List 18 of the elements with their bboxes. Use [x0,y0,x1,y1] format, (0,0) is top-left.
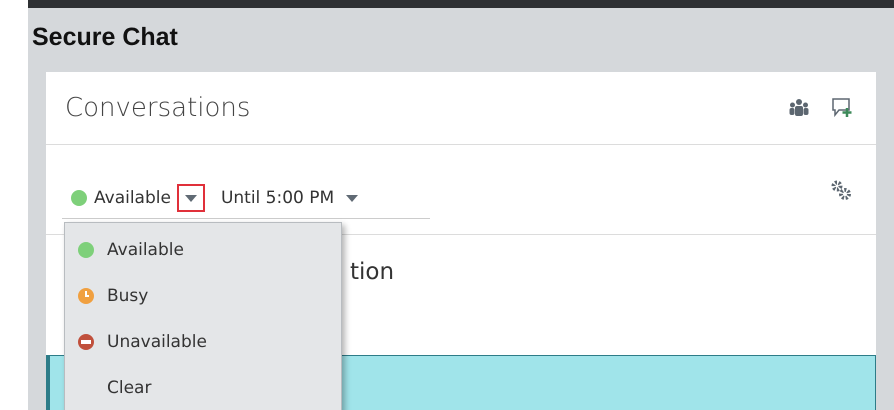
status-dot-icon [70,189,88,207]
menu-item[interactable]: Clear [65,365,341,410]
menu-item[interactable]: Busy [65,273,341,319]
menu-item[interactable]: Unavailable [65,319,341,365]
menu-item[interactable]: Available [65,227,341,273]
until-label[interactable]: Until 5:00 PM [220,188,334,208]
caret-icon [184,194,197,202]
status-dropdown-button[interactable] [176,184,205,212]
conversation-text: tion [350,259,394,285]
group-icon[interactable] [788,97,810,119]
blocked-icon [77,333,95,351]
clock-icon [77,287,95,305]
page-title: Secure Chat [32,22,179,53]
caret-icon[interactable] [346,194,358,202]
new-chat-icon[interactable] [830,96,854,120]
status-label[interactable]: Available [94,188,171,208]
panel-title: Conversations [65,93,252,123]
status-dot-icon [77,241,95,259]
